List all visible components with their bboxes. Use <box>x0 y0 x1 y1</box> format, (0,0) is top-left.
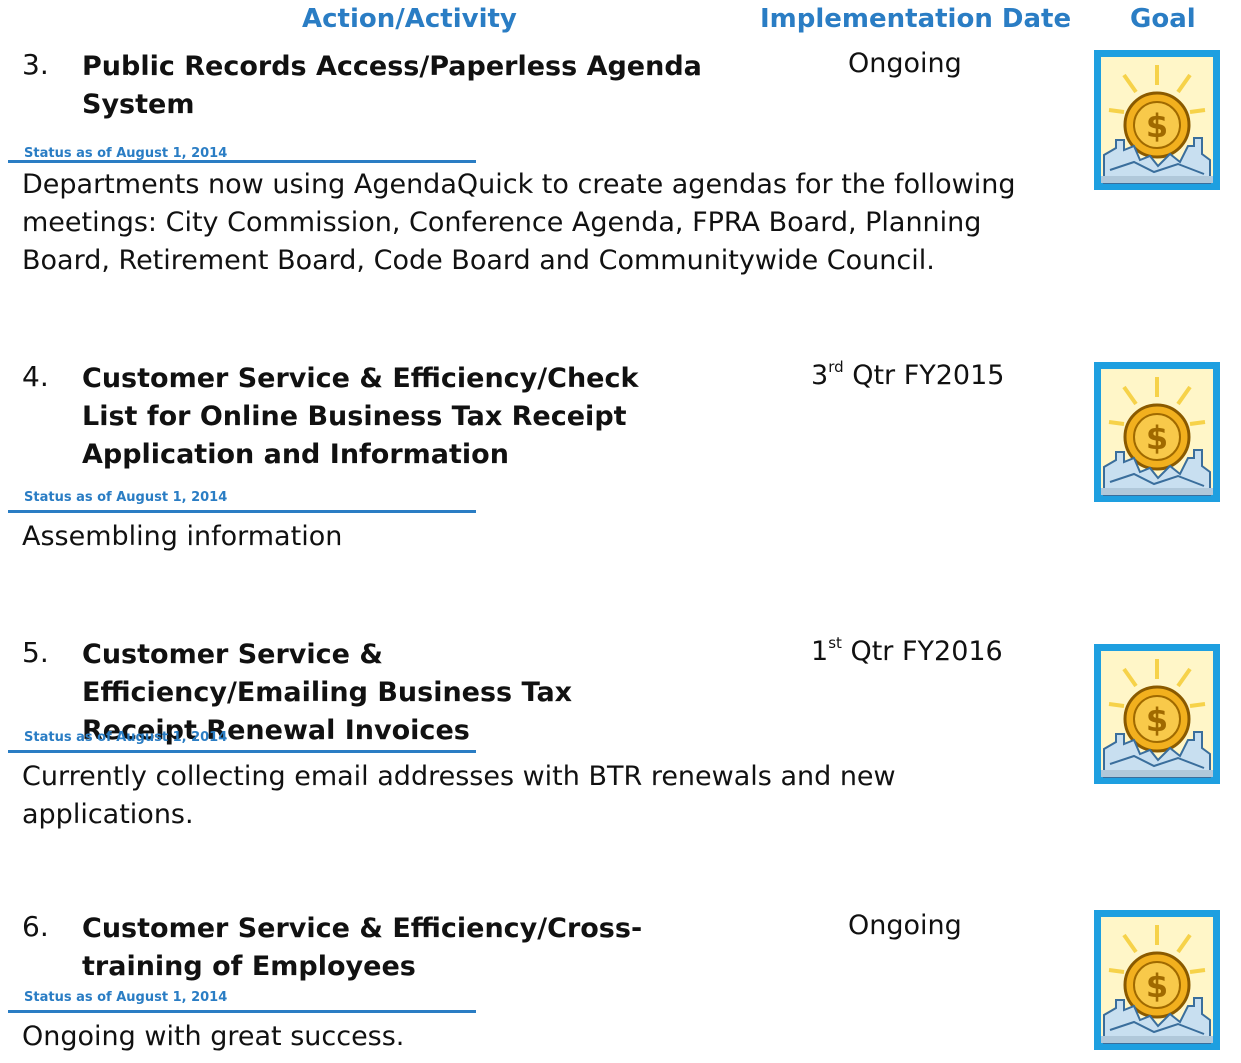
status-description: Departments now using AgendaQuick to cre… <box>22 169 1016 276</box>
implementation-date: 3rd Qtr FY2015 <box>811 358 1005 391</box>
economic-development-sun-icon <box>1094 910 1220 1050</box>
economic-development-sun-icon <box>1094 50 1220 190</box>
implementation-date: Ongoing <box>848 910 962 941</box>
status-divider <box>8 750 476 753</box>
status-description: Currently collecting email addresses wit… <box>22 761 896 830</box>
item-number: 4. <box>22 360 49 393</box>
item-number: 5. <box>22 636 49 669</box>
header-implementation-date: Implementation Date <box>760 4 1072 34</box>
item-number: 3. <box>22 48 49 81</box>
status-label: Status as of August 1, 2014 <box>24 990 228 1005</box>
economic-development-sun-icon <box>1094 362 1220 502</box>
implementation-date: Ongoing <box>848 48 962 79</box>
item-title: Customer Service & Efficiency/Check List… <box>82 363 639 470</box>
status-description: Assembling information <box>22 521 343 552</box>
economic-development-sun-icon <box>1094 644 1220 784</box>
status-label: Status as of August 1, 2014 <box>24 730 228 745</box>
item-title: Public Records Access/Paperless Agenda S… <box>82 51 702 120</box>
item-number: 6. <box>22 910 49 943</box>
status-label: Status as of August 1, 2014 <box>24 490 228 505</box>
status-divider <box>8 160 476 163</box>
item-title: Customer Service & Efficiency/Cross-trai… <box>82 913 643 982</box>
status-label: Status as of August 1, 2014 <box>24 146 228 161</box>
status-divider <box>8 510 476 513</box>
status-description: Ongoing with great success. <box>22 1021 405 1052</box>
header-goal: Goal <box>1130 4 1196 34</box>
status-divider <box>8 1010 476 1013</box>
implementation-date: 1st Qtr FY2016 <box>811 634 1003 667</box>
header-action-activity: Action/Activity <box>302 4 517 34</box>
